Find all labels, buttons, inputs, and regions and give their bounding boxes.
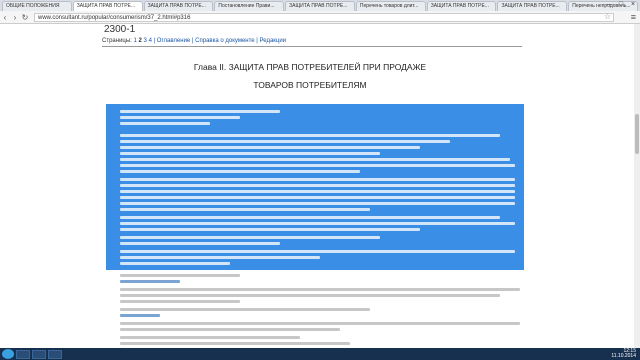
- browser-tab[interactable]: ЗАЩИТА ПРАВ ПОТРЕ...: [497, 1, 568, 11]
- minimize-icon[interactable]: –: [604, 1, 614, 9]
- forward-icon[interactable]: ›: [10, 13, 20, 22]
- maximize-icon[interactable]: □: [616, 1, 626, 9]
- url-input[interactable]: www.consultant.ru/popular/consumerism/37…: [34, 13, 614, 22]
- browser-tab[interactable]: Перечень товаров длит...: [355, 1, 426, 11]
- browser-tab[interactable]: ЗАЩИТА ПРАВ ПОТРЕ...: [285, 1, 355, 11]
- address-bar: ‹ › ↻ www.consultant.ru/popular/consumer…: [0, 11, 640, 24]
- page-link[interactable]: 3: [144, 38, 147, 44]
- close-icon[interactable]: ×: [628, 1, 638, 9]
- browser-tab[interactable]: ОБЩИЕ ПОЛОЖЕНИЯ: [2, 1, 72, 11]
- page-link[interactable]: 4: [149, 38, 152, 44]
- taskbar: 12:15 11.10.2014: [0, 348, 640, 360]
- browser-tab-bar: ОБЩИЕ ПОЛОЖЕНИЯ ЗАЩИТА ПРАВ ПОТРЕ... ЗАЩ…: [0, 0, 640, 11]
- chapter-title: Глава II. ЗАЩИТА ПРАВ ПОТРЕБИТЕЛЕЙ ПРИ П…: [193, 62, 427, 72]
- chapter-subtitle: ТОВАРОВ ПОТРЕБИТЕЛЯМ: [253, 80, 367, 90]
- browser-tab[interactable]: ЗАЩИТА ПРАВ ПОТРЕ...: [143, 1, 214, 11]
- taskbar-app-icon[interactable]: [16, 349, 30, 359]
- bookmark-star-icon[interactable]: ☆: [604, 12, 611, 21]
- clock-date: 11.10.2014: [611, 353, 636, 359]
- divider: [102, 46, 522, 47]
- start-button[interactable]: [2, 349, 14, 359]
- doc-links[interactable]: | Оглавление | Справка о документе | Ред…: [154, 38, 286, 44]
- menu-icon[interactable]: ≡: [631, 12, 636, 22]
- taskbar-app-icon[interactable]: [32, 349, 46, 359]
- browser-tab[interactable]: ЗАЩИТА ПРАВ ПОТРЕ...: [72, 1, 143, 11]
- current-page: 2: [138, 38, 142, 44]
- pages-label: Страницы:: [102, 38, 132, 44]
- window-controls: – □ ×: [604, 1, 638, 9]
- selected-text-block[interactable]: [106, 104, 524, 270]
- page-scrollbar[interactable]: [634, 24, 640, 348]
- system-clock[interactable]: 12:15 11.10.2014: [611, 349, 636, 359]
- browser-tab[interactable]: ЗАЩИТА ПРАВ ПОТРЕ...: [426, 1, 497, 11]
- browser-tab[interactable]: Постановление Прави...: [214, 1, 285, 11]
- reload-icon[interactable]: ↻: [20, 13, 30, 22]
- back-icon[interactable]: ‹: [0, 13, 10, 22]
- taskbar-app-icon[interactable]: [48, 349, 62, 359]
- scrollbar-thumb[interactable]: [635, 114, 639, 154]
- page-content: 2300-1 Страницы: 1 2 3 4 | Оглавление | …: [0, 24, 640, 348]
- page-link[interactable]: 1: [134, 38, 137, 44]
- document-number: 2300-1: [104, 24, 136, 35]
- page-navigation: Страницы: 1 2 3 4 | Оглавление | Справка…: [102, 38, 286, 44]
